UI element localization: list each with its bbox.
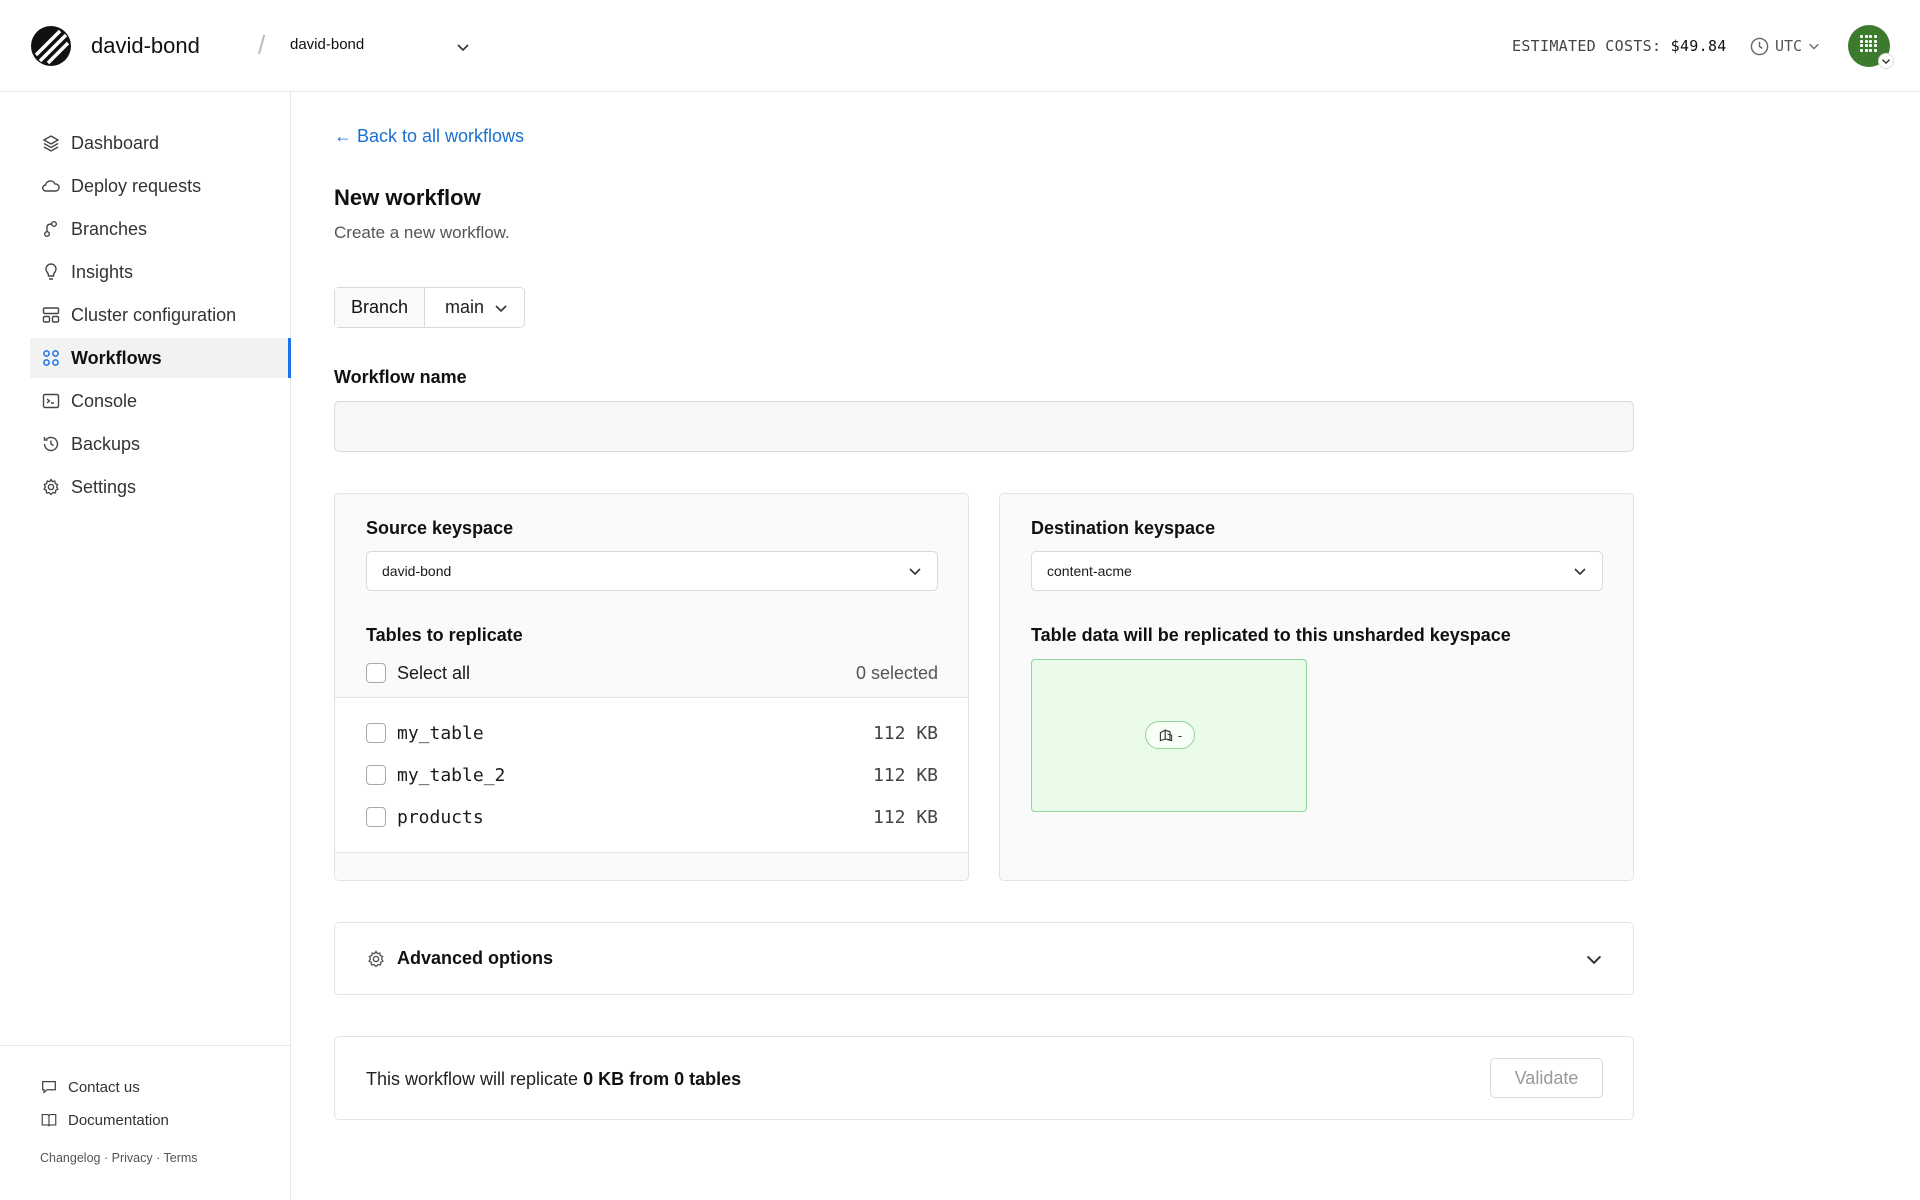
changelog-link[interactable]: Changelog <box>40 1151 100 1165</box>
table-name[interactable]: products <box>397 807 484 828</box>
chevron-down-icon <box>1878 53 1894 69</box>
shard-label: - <box>1177 727 1183 743</box>
sidebar-item-settings[interactable]: Settings <box>30 467 290 507</box>
branch-label: Branch <box>335 288 426 327</box>
tables-to-replicate-label: Tables to replicate <box>366 625 523 645</box>
chevron-down-icon <box>909 568 921 576</box>
privacy-link[interactable]: Privacy <box>112 1151 153 1165</box>
branch-icon <box>41 219 61 239</box>
timezone-selector[interactable]: UTC <box>1750 35 1820 57</box>
select-all-checkbox[interactable] <box>366 663 386 683</box>
back-to-workflows-link[interactable]: ← Back to all workflows <box>334 126 524 147</box>
table-row: my_table 112 KB <box>366 720 938 746</box>
database-selector[interactable]: david-bond <box>290 36 470 58</box>
source-keyspace-panel: Source keyspace david-bond Tables to rep… <box>334 493 969 881</box>
table-size: 112 KB <box>872 722 938 744</box>
page-subtitle: Create a new workflow. <box>334 223 510 242</box>
clock-icon <box>1750 37 1769 55</box>
table-checkbox[interactable] <box>366 765 386 785</box>
chevron-down-icon <box>1574 568 1586 576</box>
gear-icon <box>41 477 61 497</box>
destination-keyspace-select[interactable]: content-acme <box>1031 551 1603 591</box>
cluster-icon <box>41 305 61 325</box>
sidebar-item-console[interactable]: Console <box>30 381 290 421</box>
table-size: 112 KB <box>872 806 938 828</box>
destination-shard-box: - <box>1031 659 1307 812</box>
advanced-options-label: Advanced options <box>397 948 554 968</box>
shard-icon <box>1159 729 1172 742</box>
terminal-icon <box>41 391 61 411</box>
source-keyspace-label: Source keyspace <box>366 518 514 538</box>
advanced-options-toggle[interactable]: Advanced options <box>334 922 1634 995</box>
workflow-summary: This workflow will replicate 0 KB from 0… <box>334 1036 1634 1120</box>
workflow-name-input[interactable] <box>334 401 1634 452</box>
source-keyspace-select[interactable]: david-bond <box>366 551 938 591</box>
sidebar-item-deploy-requests[interactable]: Deploy requests <box>30 166 290 206</box>
layers-icon <box>41 133 61 153</box>
table-name[interactable]: my_table_2 <box>397 765 505 786</box>
table-list: my_table 112 KB my_table_2 112 KB produc… <box>335 697 968 853</box>
breadcrumb-separator: / <box>258 30 266 60</box>
table-name[interactable]: my_table <box>397 723 484 744</box>
shard-pill: - <box>1145 721 1195 749</box>
table-checkbox[interactable] <box>366 723 386 743</box>
chevron-down-icon <box>1586 955 1602 965</box>
destination-keyspace-label: Destination keyspace <box>1031 518 1216 538</box>
destination-keyspace-panel: Destination keyspace content-acme Table … <box>999 493 1634 881</box>
workflow-name-label: Workflow name <box>334 367 467 387</box>
validate-button[interactable]: Validate <box>1490 1058 1603 1098</box>
table-size: 112 KB <box>872 764 938 786</box>
table-row: products 112 KB <box>366 804 938 830</box>
sidebar-footer: Contact us Documentation Changelog · Pri… <box>0 1045 290 1200</box>
chat-icon <box>42 1080 56 1094</box>
footer-links: Changelog · Privacy · Terms <box>40 1151 198 1165</box>
summary-text: This workflow will replicate 0 KB from 0… <box>366 1069 742 1089</box>
sidebar-item-insights[interactable]: Insights <box>30 252 290 292</box>
estimated-costs: ESTIMATED COSTS: $49.84 <box>1512 37 1727 55</box>
cloud-icon <box>41 176 61 196</box>
sidebar-item-workflows[interactable]: Workflows <box>30 338 291 378</box>
book-icon <box>41 1114 57 1127</box>
chevron-down-icon <box>495 304 507 312</box>
avatar-pattern-icon <box>1860 35 1877 52</box>
page-title: New workflow <box>334 185 481 210</box>
lightbulb-icon <box>41 262 61 282</box>
selected-count: 0 selected <box>855 662 938 683</box>
sidebar-item-backups[interactable]: Backups <box>30 424 290 464</box>
destination-note: Table data will be replicated to this un… <box>1031 625 1511 645</box>
timezone-label: UTC <box>1775 37 1803 55</box>
destination-keyspace-value: content-acme <box>1047 563 1132 579</box>
org-name[interactable]: david-bond <box>91 33 200 59</box>
documentation-link[interactable]: Documentation <box>40 1111 169 1129</box>
sidebar-item-branches[interactable]: Branches <box>30 209 290 249</box>
chevron-down-icon <box>1809 43 1819 50</box>
branch-selector: Branch main <box>334 287 526 328</box>
terms-link[interactable]: Terms <box>164 1151 198 1165</box>
contact-us-link[interactable]: Contact us <box>40 1078 140 1096</box>
sidebar: Dashboard Deploy requests Branches Insig… <box>0 92 291 1200</box>
sidebar-item-cluster-configuration[interactable]: Cluster configuration <box>30 295 290 335</box>
gear-icon <box>368 950 384 968</box>
table-checkbox[interactable] <box>366 807 386 827</box>
user-avatar[interactable] <box>1848 25 1894 69</box>
table-row: my_table_2 112 KB <box>366 762 938 788</box>
sidebar-item-dashboard[interactable]: Dashboard <box>30 123 290 163</box>
source-keyspace-value: david-bond <box>382 563 452 579</box>
chevron-down-icon <box>457 44 469 52</box>
planetscale-logo-icon[interactable] <box>30 25 72 67</box>
history-icon <box>41 434 61 454</box>
workflows-icon <box>41 348 61 368</box>
branch-dropdown[interactable]: main <box>425 288 524 327</box>
database-name: david-bond <box>290 36 365 53</box>
select-all-label[interactable]: Select all <box>397 663 470 684</box>
branch-value: main <box>445 297 485 317</box>
select-all-row: Select all 0 selected <box>366 660 938 686</box>
top-header: david-bond / david-bond ESTIMATED COSTS:… <box>0 0 1920 92</box>
